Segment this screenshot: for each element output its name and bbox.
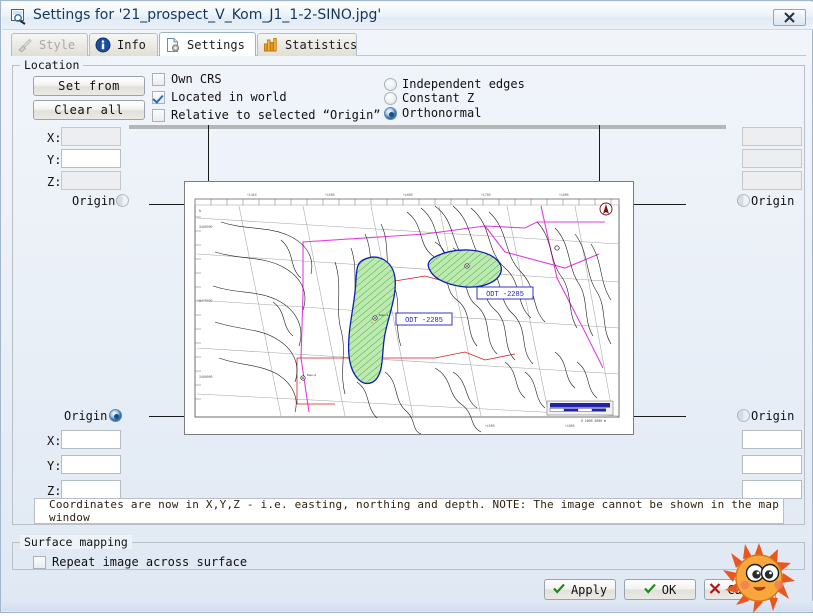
located-in-world-checkbox[interactable] [152, 91, 165, 104]
tab-style[interactable]: Style [11, 33, 88, 56]
map-image-preview[interactable]: +1410 +1500 +1600 +1700 +1800 N 3480000 347… [184, 181, 634, 435]
annotation-right-text: ODT -2285 [486, 291, 524, 299]
location-group-label: Location [20, 58, 84, 72]
tab-settings[interactable]: Settings [159, 32, 256, 56]
svg-text:+1410: +1410 [247, 193, 257, 197]
bottom-right-origin-radio[interactable] [737, 409, 750, 422]
own-crs-label: Own CRS [171, 72, 222, 86]
map-annotation-left: ODT -2285 [395, 312, 453, 326]
cross-icon-cancel [709, 582, 721, 597]
svg-text:3460000: 3460000 [199, 375, 212, 379]
tab-info[interactable]: Info [89, 33, 158, 56]
tab-statistics[interactable]: Statistics [257, 33, 357, 56]
top-right-origin-radio[interactable] [737, 194, 750, 207]
tab-info-label: Info [117, 38, 146, 52]
clear-all-button[interactable]: Clear all [33, 100, 145, 120]
apply-button[interactable]: Apply [544, 579, 616, 600]
smiling-sun-sticker [723, 543, 795, 613]
bottom-right-x-input[interactable] [742, 430, 802, 449]
svg-text:N: N [199, 209, 201, 213]
independent-edges-radio[interactable] [384, 78, 397, 91]
top-left-z-label: Z: [47, 175, 62, 189]
settings-window: Settings for '21_prospect_V_Kom_J1_1-2-S… [0, 0, 813, 613]
bottom-right-y-input[interactable] [742, 455, 802, 474]
map-raster: +1410 +1500 +1600 +1700 +1800 N 3480000347… [185, 182, 633, 434]
top-right-y-input[interactable] [742, 149, 802, 168]
info-icon [95, 37, 111, 53]
svg-text:0 1000 2000 m: 0 1000 2000 m [581, 419, 606, 423]
top-left-y-input[interactable] [61, 149, 121, 168]
set-from-label: Set from [58, 79, 120, 93]
window-title: Settings for '21_prospect_V_Kom_J1_1-2-S… [33, 7, 382, 23]
bottom-left-z-label: Z: [47, 484, 62, 498]
north-arrow-icon [599, 202, 613, 216]
relative-to-origin-checkbox[interactable] [152, 109, 165, 122]
svg-text:+1800: +1800 [559, 193, 569, 197]
bottom-left-z-input[interactable] [61, 480, 121, 499]
located-in-world-label: Located in world [171, 90, 287, 104]
check-icon-apply [553, 583, 565, 597]
svg-text:Kom-2: Kom-2 [307, 374, 316, 377]
tab-statistics-label: Statistics [285, 38, 358, 52]
svg-text:+1600: +1600 [565, 424, 575, 428]
top-left-x-input[interactable] [61, 127, 121, 146]
top-right-z-input[interactable] [742, 171, 802, 190]
independent-edges-label: Independent edges [402, 77, 525, 91]
bottom-left-x-input[interactable] [61, 430, 121, 449]
top-left-x-label: X: [47, 131, 62, 145]
settings-page-icon [165, 37, 181, 53]
set-from-button[interactable]: Set from [33, 76, 145, 96]
bottom-right-origin-label: Origin [751, 409, 795, 423]
orthonormal-radio[interactable] [384, 107, 397, 120]
ok-button[interactable]: OK [624, 579, 696, 600]
top-left-y-label: Y: [47, 153, 62, 167]
svg-text:+1500: +1500 [485, 424, 495, 428]
coordinate-info-text: Coordinates are now in X,Y,Z - i.e. east… [49, 498, 780, 524]
top-left-origin-label: Origin [72, 194, 116, 208]
annotation-left-text: ODT -2285 [405, 317, 443, 325]
top-left-z-input[interactable] [61, 171, 121, 190]
svg-text:3480000: 3480000 [199, 225, 212, 229]
svg-text:Kom-1: Kom-1 [379, 314, 388, 317]
status-strip [2, 601, 813, 611]
bottom-left-origin-radio[interactable] [109, 409, 122, 422]
map-annotation-right: ODT -2285 [476, 286, 534, 300]
close-button[interactable] [773, 9, 806, 26]
repeat-image-label: Repeat image across surface [52, 555, 248, 569]
bar-chart-icon [263, 37, 279, 53]
repeat-image-checkbox[interactable] [33, 556, 46, 569]
bottom-left-origin-label: Origin [64, 409, 108, 423]
image-settings-icon [10, 8, 27, 25]
top-right-x-input[interactable] [742, 127, 802, 146]
surface-mapping-group-label: Surface mapping [20, 535, 132, 549]
top-left-origin-radio[interactable] [116, 194, 129, 207]
svg-text:+1700: +1700 [481, 193, 491, 197]
tab-strip: Style Info Settings Statistics [11, 32, 806, 56]
apply-label: Apply [570, 582, 608, 597]
top-edge-handle-bar[interactable] [129, 125, 726, 129]
svg-text:+: + [299, 382, 301, 386]
check-icon-ok [643, 583, 656, 597]
svg-text:+1500: +1500 [325, 193, 335, 197]
relative-to-origin-label: Relative to selected “Origin” [171, 108, 381, 122]
tab-settings-label: Settings [187, 37, 245, 52]
own-crs-checkbox[interactable] [152, 73, 165, 86]
svg-text:+1600: +1600 [403, 193, 413, 197]
bottom-left-y-input[interactable] [61, 455, 121, 474]
svg-text:+: + [371, 322, 373, 326]
constant-z-radio[interactable] [384, 92, 397, 105]
bottom-left-x-label: X: [47, 434, 62, 448]
title-bar: Settings for '21_prospect_V_Kom_J1_1-2-S… [2, 2, 813, 30]
clear-all-label: Clear all [54, 103, 124, 117]
tab-style-label: Style [39, 38, 76, 52]
constant-z-label: Constant Z [402, 91, 475, 105]
coordinate-info-message: Coordinates are now in X,Y,Z - i.e. east… [34, 498, 784, 524]
bottom-right-z-input[interactable] [742, 480, 802, 499]
brush-icon [17, 37, 33, 53]
top-right-origin-label: Origin [751, 194, 795, 208]
ok-label: OK [661, 582, 677, 597]
orthonormal-label: Orthonormal [402, 106, 482, 120]
bottom-left-y-label: Y: [47, 459, 62, 473]
